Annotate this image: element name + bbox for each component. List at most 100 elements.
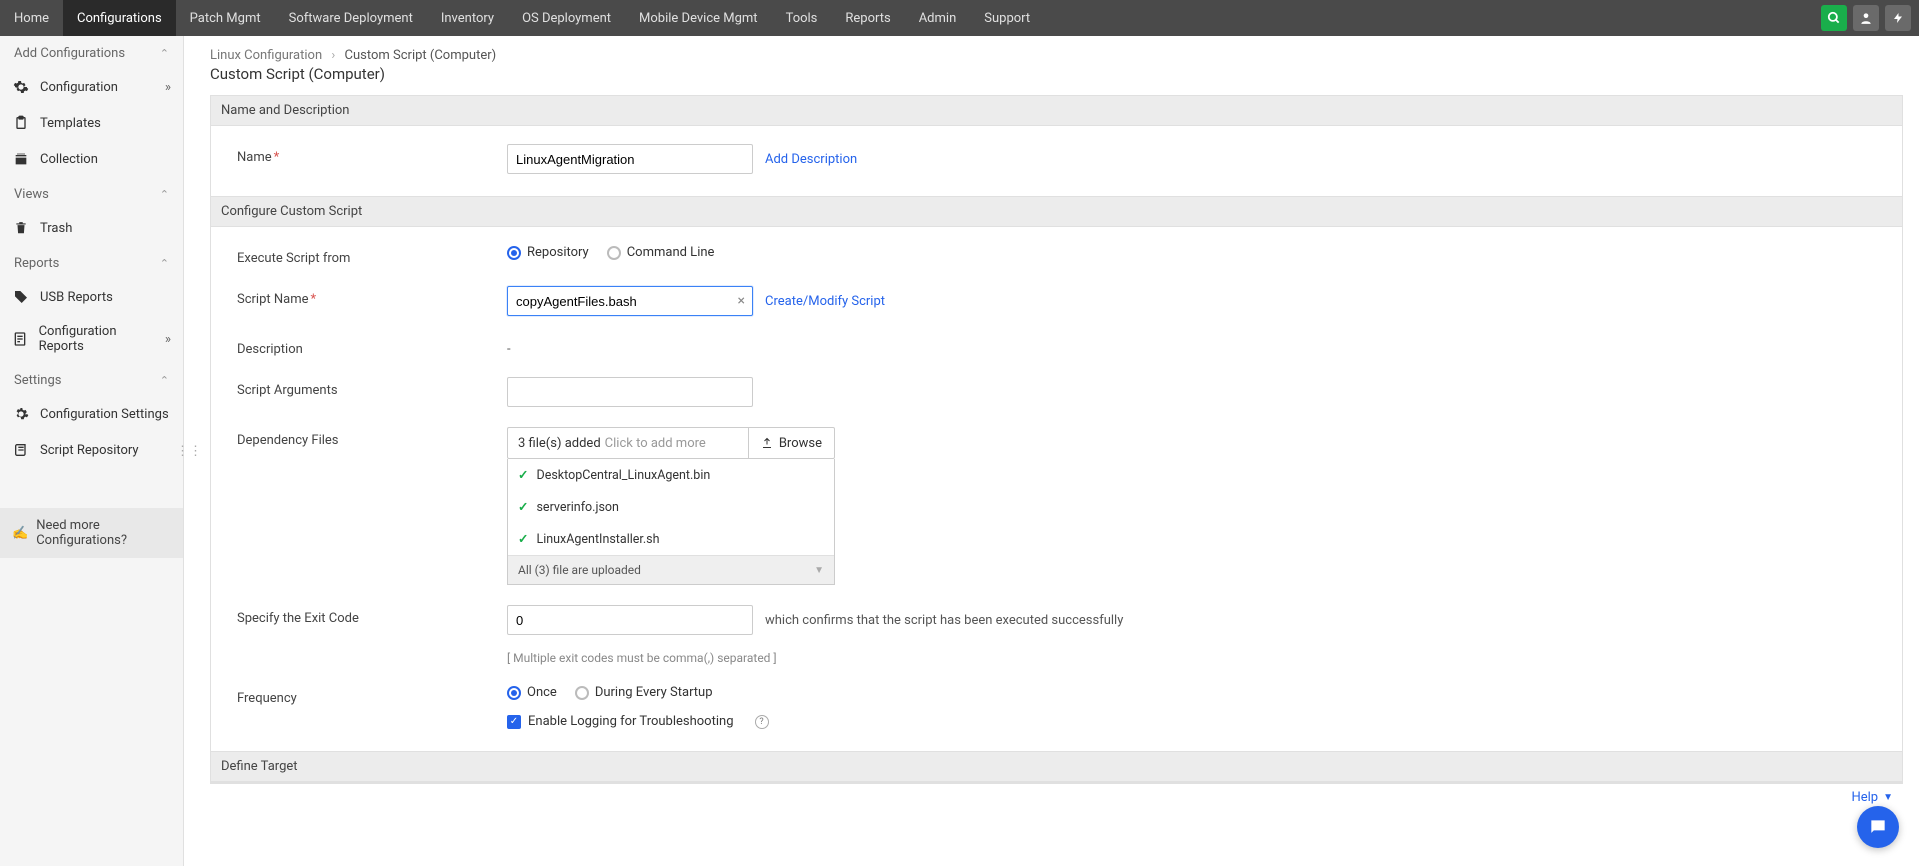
dependency-files-widget: 3 file(s) added Click to add more Browse [507,427,835,585]
nav-reports[interactable]: Reports [831,0,904,36]
exit-code-input[interactable] [507,605,753,635]
sidebar-item-label: USB Reports [40,290,113,305]
radio-repository-label: Repository [527,245,589,260]
frequency-radio-group: Once During Every Startup [507,685,713,700]
sidebar-section-settings[interactable]: Settings ⌃ [0,363,183,396]
sidebar-item-label: Script Repository [40,443,139,458]
sidebar-item-label: Collection [40,152,98,167]
browse-button[interactable]: Browse [748,427,835,459]
radio-startup-label: During Every Startup [595,685,713,700]
sidebar-item-label: Configuration [40,80,118,95]
sidebar-item-script-repository[interactable]: Script Repository [0,432,183,468]
flash-button[interactable] [1885,5,1911,31]
sidebar-section-add-title: Add Configurations [14,46,125,61]
sliders-icon [12,405,30,423]
chat-button[interactable] [1857,806,1899,848]
top-nav: Home Configurations Patch Mgmt Software … [0,0,1919,36]
sidebar-item-configuration-settings[interactable]: Configuration Settings [0,396,183,432]
nav-software-deployment[interactable]: Software Deployment [275,0,427,36]
nav-os-deployment[interactable]: OS Deployment [508,0,625,36]
required-asterisk: * [274,150,280,165]
sidebar-item-trash[interactable]: Trash [0,210,183,246]
dep-file-item[interactable]: ✓ DesktopCentral_LinuxAgent.bin [508,459,834,491]
radio-repository[interactable]: Repository [507,245,589,260]
sidebar-item-templates[interactable]: Templates [0,105,183,141]
search-button[interactable] [1821,5,1847,31]
nav-mobile-device-mgmt[interactable]: Mobile Device Mgmt [625,0,772,36]
top-nav-right [1821,5,1911,31]
nav-home[interactable]: Home [0,0,63,36]
section-name-desc: Name and Description [211,96,1902,126]
main-content: Linux Configuration › Custom Script (Com… [194,36,1919,866]
sidebar-section-views-title: Views [14,187,49,202]
sidebar-item-label: Trash [40,221,72,236]
search-icon [1827,11,1841,25]
sidebar-item-label: Configuration Reports [39,324,155,354]
dep-file-item[interactable]: ✓ LinuxAgentInstaller.sh [508,523,834,555]
label-frequency: Frequency [237,685,507,706]
script-icon [12,441,30,459]
chevron-up-icon: ⌃ [160,374,169,387]
dependency-files-input[interactable]: 3 file(s) added Click to add more [507,427,748,459]
hand-icon: ✍ [12,526,28,541]
section-define-target: Define Target [211,751,1902,782]
flash-icon [1892,11,1904,25]
sidebar-item-label: Templates [40,116,101,131]
sidebar-section-reports[interactable]: Reports ⌃ [0,246,183,279]
sidebar-item-configuration-reports[interactable]: Configuration Reports » [0,315,183,363]
label-name-text: Name [237,150,272,165]
sidebar-item-label: Configuration Settings [40,407,169,422]
enable-logging-checkbox[interactable]: ✓ Enable Logging for Troubleshooting ? [507,714,769,729]
nav-patch-mgmt[interactable]: Patch Mgmt [176,0,275,36]
name-input[interactable] [507,144,753,174]
user-icon [1859,11,1873,25]
required-asterisk: * [311,292,317,307]
clipboard-icon [12,114,30,132]
nav-admin[interactable]: Admin [905,0,971,36]
exit-code-hint: [ Multiple exit codes must be comma(,) s… [507,651,1886,665]
help-link[interactable]: Help ▼ [210,783,1903,811]
label-dependency-files: Dependency Files [237,427,507,448]
help-icon[interactable]: ? [755,715,769,729]
sidebar-footer-need-more[interactable]: ✍ Need more Configurations? [0,508,183,558]
breadcrumb-parent[interactable]: Linux Configuration [210,48,322,63]
nav-inventory[interactable]: Inventory [427,0,508,36]
label-description: Description [237,336,507,357]
sidebar-item-collection[interactable]: Collection [0,141,183,177]
script-name-input[interactable] [507,286,753,316]
user-button[interactable] [1853,5,1879,31]
label-execute-from: Execute Script from [237,245,507,266]
nav-tools[interactable]: Tools [772,0,832,36]
radio-command-line[interactable]: Command Line [607,245,715,260]
sidebar-drag-handle[interactable]: ⋮⋮ [184,36,194,866]
clear-icon[interactable]: × [738,293,745,309]
breadcrumb: Linux Configuration › Custom Script (Com… [210,48,1903,63]
nav-configurations[interactable]: Configurations [63,0,176,36]
sidebar-section-add[interactable]: Add Configurations ⌃ [0,36,183,69]
dep-files-added-text: 3 file(s) added [518,436,601,451]
sidebar-section-views[interactable]: Views ⌃ [0,177,183,210]
checkbox-checked-icon: ✓ [507,715,521,729]
chevron-up-icon: ⌃ [160,47,169,60]
check-icon: ✓ [518,531,528,547]
dep-files-status[interactable]: All (3) file are uploaded ▼ [508,555,834,584]
radio-every-startup[interactable]: During Every Startup [575,685,713,700]
browse-label: Browse [779,436,822,451]
gear-icon [12,78,30,96]
dep-file-item[interactable]: ✓ serverinfo.json [508,491,834,523]
sidebar-item-usb-reports[interactable]: USB Reports [0,279,183,315]
check-icon: ✓ [518,499,528,515]
breadcrumb-current: Custom Script (Computer) [345,48,497,63]
create-modify-script-link[interactable]: Create/Modify Script [765,294,885,309]
radio-once[interactable]: Once [507,685,557,700]
add-description-link[interactable]: Add Description [765,152,857,167]
exit-code-help: which confirms that the script has been … [765,613,1123,628]
radio-dot-icon [507,686,521,700]
label-script-name-text: Script Name [237,292,309,307]
enable-logging-label: Enable Logging for Troubleshooting [528,714,734,729]
report-icon [12,330,29,348]
script-arguments-input[interactable] [507,377,753,407]
label-name: Name* [237,144,507,165]
nav-support[interactable]: Support [970,0,1044,36]
sidebar-item-configuration[interactable]: Configuration » [0,69,183,105]
